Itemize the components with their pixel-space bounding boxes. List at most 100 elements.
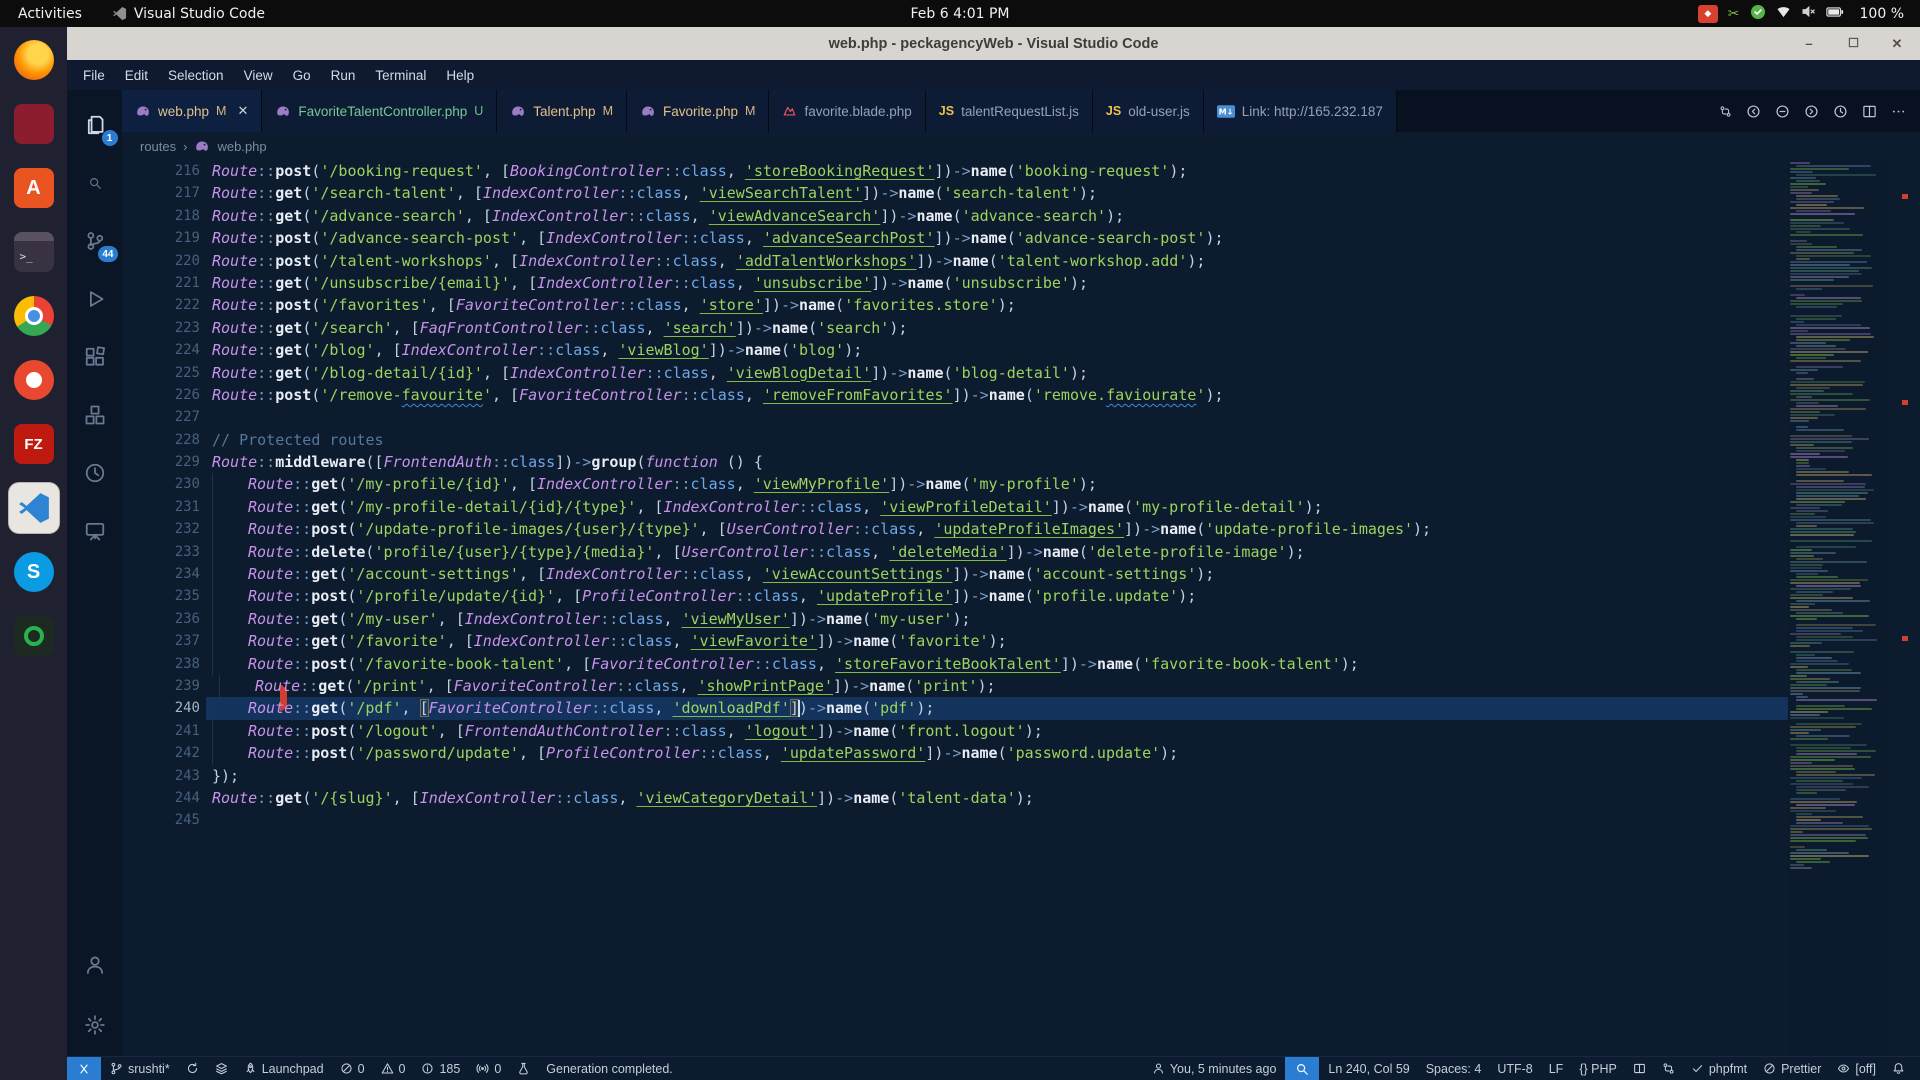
breadcrumb-item[interactable]: routes <box>140 139 176 154</box>
code-line-219[interactable]: 219Route::post('/advance-search-post', [… <box>122 227 1788 249</box>
code-line-245[interactable]: 245 <box>122 809 1788 831</box>
status-highlight-toggle[interactable]: [off] <box>1830 1057 1883 1080</box>
code-line-227[interactable]: 227 <box>122 406 1788 428</box>
circle-icon[interactable] <box>1775 104 1790 119</box>
breadcrumb[interactable]: routes›web.php <box>122 132 1920 160</box>
tab-web.php[interactable]: web.phpM✕ <box>122 90 262 132</box>
status-indentation[interactable]: Spaces: 4 <box>1419 1057 1489 1080</box>
minimap[interactable] <box>1788 160 1888 1056</box>
code-line-221[interactable]: 221Route::get('/unsubscribe/{email}', [I… <box>122 272 1788 294</box>
status-gitlens-blame[interactable]: You, 5 minutes ago <box>1145 1057 1284 1080</box>
status-phpfmt[interactable]: phpfmt <box>1684 1057 1754 1080</box>
tab-old-user.js[interactable]: JSold-user.js <box>1093 90 1204 132</box>
code-line-232[interactable]: 232Route::post('/update-profile-images/{… <box>122 518 1788 540</box>
code-line-224[interactable]: 224Route::get('/blog', [IndexController:… <box>122 339 1788 361</box>
status-remote-indicator[interactable] <box>67 1057 101 1080</box>
close-button[interactable]: ✕ <box>1888 36 1906 52</box>
status-cursor-position[interactable]: Ln 240, Col 59 <box>1321 1057 1416 1080</box>
activity-manage[interactable] <box>78 1008 112 1042</box>
code-line-242[interactable]: 242Route::post('/password/update', [Prof… <box>122 742 1788 764</box>
minimize-button[interactable]: – <box>1800 36 1818 51</box>
tab-FavoriteTalentController.php[interactable]: FavoriteTalentController.phpU <box>262 90 497 132</box>
dock-item-green-app[interactable] <box>9 611 59 661</box>
code-line-241[interactable]: 241Route::post('/logout', [FrontendAuthC… <box>122 720 1788 742</box>
app-menu[interactable]: Visual Studio Code <box>106 0 271 27</box>
code-line-229[interactable]: 229Route::middleware([FrontendAuth::clas… <box>122 451 1788 473</box>
close-tab-icon[interactable]: ✕ <box>237 103 248 119</box>
clock[interactable]: Feb 6 4:01 PM <box>904 0 1015 27</box>
tab-Link: http://165.232.187[interactable]: M↓Link: http://165.232.187 <box>1204 90 1397 132</box>
status-prettier[interactable]: Prettier <box>1756 1057 1828 1080</box>
status-compare[interactable] <box>1655 1057 1682 1080</box>
status-layout[interactable] <box>1626 1057 1653 1080</box>
menu-go[interactable]: Go <box>283 64 321 87</box>
shield-check-icon[interactable] <box>1750 4 1766 24</box>
code-line-243[interactable]: 243}); <box>122 765 1788 787</box>
code-line-223[interactable]: 223Route::get('/search', [FaqFrontContro… <box>122 317 1788 339</box>
status-errors[interactable]: 0 <box>333 1057 372 1080</box>
status-layers[interactable] <box>208 1057 235 1080</box>
code-line-220[interactable]: 220Route::post('/talent-workshops', [Ind… <box>122 250 1788 272</box>
status-ports[interactable]: 0 <box>469 1057 508 1080</box>
code-area[interactable]: 216Route::post('/booking-request', [Book… <box>122 160 1788 832</box>
network-icon[interactable] <box>1776 5 1791 22</box>
activity-run-debug[interactable] <box>78 282 112 316</box>
tab-Favorite.php[interactable]: Favorite.phpM <box>627 90 769 132</box>
status-eol[interactable]: LF <box>1542 1057 1571 1080</box>
restore-button[interactable] <box>1844 36 1862 51</box>
activities-button[interactable]: Activities <box>12 0 88 27</box>
code-line-216[interactable]: 216Route::post('/booking-request', [Book… <box>122 160 1788 182</box>
more-icon[interactable] <box>1891 104 1906 119</box>
activity-accounts[interactable] <box>78 948 112 982</box>
tab-favorite.blade.php[interactable]: favorite.blade.php <box>769 90 925 132</box>
code-line-233[interactable]: 233Route::delete('profile/{user}/{type}/… <box>122 541 1788 563</box>
status-git-branch[interactable]: srushti* <box>103 1057 177 1080</box>
mute-icon[interactable] <box>1801 5 1816 22</box>
code-line-222[interactable]: 222Route::post('/favorites', [FavoriteCo… <box>122 294 1788 316</box>
code-line-235[interactable]: 235Route::post('/profile/update/{id}', [… <box>122 585 1788 607</box>
menu-edit[interactable]: Edit <box>115 64 158 87</box>
status-generation-status[interactable]: Generation completed. <box>539 1057 679 1080</box>
activity-explorer[interactable]: 1 <box>78 108 112 142</box>
nav-back-icon[interactable] <box>1746 104 1761 119</box>
dock-item-terminal[interactable]: >_ <box>9 227 59 277</box>
code-line-244[interactable]: 244Route::get('/{slug}', [IndexControlle… <box>122 787 1788 809</box>
code-line-226[interactable]: 226Route::post('/remove-favourite', [Fav… <box>122 384 1788 406</box>
title-bar[interactable]: web.php - peckagencyWeb - Visual Studio … <box>67 27 1920 60</box>
activity-board[interactable] <box>78 514 112 548</box>
menu-selection[interactable]: Selection <box>158 64 234 87</box>
code-line-236[interactable]: 236Route::get('/my-user', [IndexControll… <box>122 608 1788 630</box>
nav-forward-icon[interactable] <box>1804 104 1819 119</box>
status-encoding[interactable]: UTF-8 <box>1490 1057 1539 1080</box>
status-infos[interactable]: 185 <box>414 1057 467 1080</box>
scissors-icon[interactable]: ✂ <box>1728 6 1740 22</box>
screencast-icon[interactable]: ◆ <box>1698 5 1718 23</box>
status-notifications[interactable] <box>1885 1057 1912 1080</box>
git-compare-icon[interactable] <box>1719 105 1732 118</box>
dock-item-firefox[interactable] <box>9 35 59 85</box>
code-line-217[interactable]: 217Route::get('/search-talent', [IndexCo… <box>122 182 1788 204</box>
dock-item-ubuntu-software[interactable]: A <box>9 163 59 213</box>
status-tests[interactable] <box>510 1057 537 1080</box>
code-line-228[interactable]: 228// Protected routes <box>122 429 1788 451</box>
split-editor-icon[interactable] <box>1862 104 1877 119</box>
status-sync[interactable] <box>179 1057 206 1080</box>
status-search-tile[interactable] <box>1285 1057 1319 1080</box>
dock-item-orange-ring-app[interactable] <box>9 355 59 405</box>
code-line-231[interactable]: 231Route::get('/my-profile-detail/{id}/{… <box>122 496 1788 518</box>
code-line-218[interactable]: 218Route::get('/advance-search', [IndexC… <box>122 205 1788 227</box>
activity-timeline[interactable] <box>78 456 112 490</box>
dock-item-vscode[interactable] <box>9 483 59 533</box>
menu-view[interactable]: View <box>234 64 283 87</box>
dock-item-red-app[interactable] <box>9 99 59 149</box>
menu-help[interactable]: Help <box>436 64 484 87</box>
menu-file[interactable]: File <box>73 64 115 87</box>
code-line-234[interactable]: 234Route::get('/account-settings', [Inde… <box>122 563 1788 585</box>
activity-boxes[interactable] <box>78 398 112 432</box>
status-language-mode[interactable]: {} PHP <box>1572 1057 1624 1080</box>
activity-source-control[interactable]: 44 <box>78 224 112 258</box>
status-warnings[interactable]: 0 <box>374 1057 413 1080</box>
breadcrumb-item[interactable]: web.php <box>217 139 266 154</box>
history-icon[interactable] <box>1833 104 1848 119</box>
code-line-238[interactable]: 238Route::post('/favorite-book-talent', … <box>122 653 1788 675</box>
